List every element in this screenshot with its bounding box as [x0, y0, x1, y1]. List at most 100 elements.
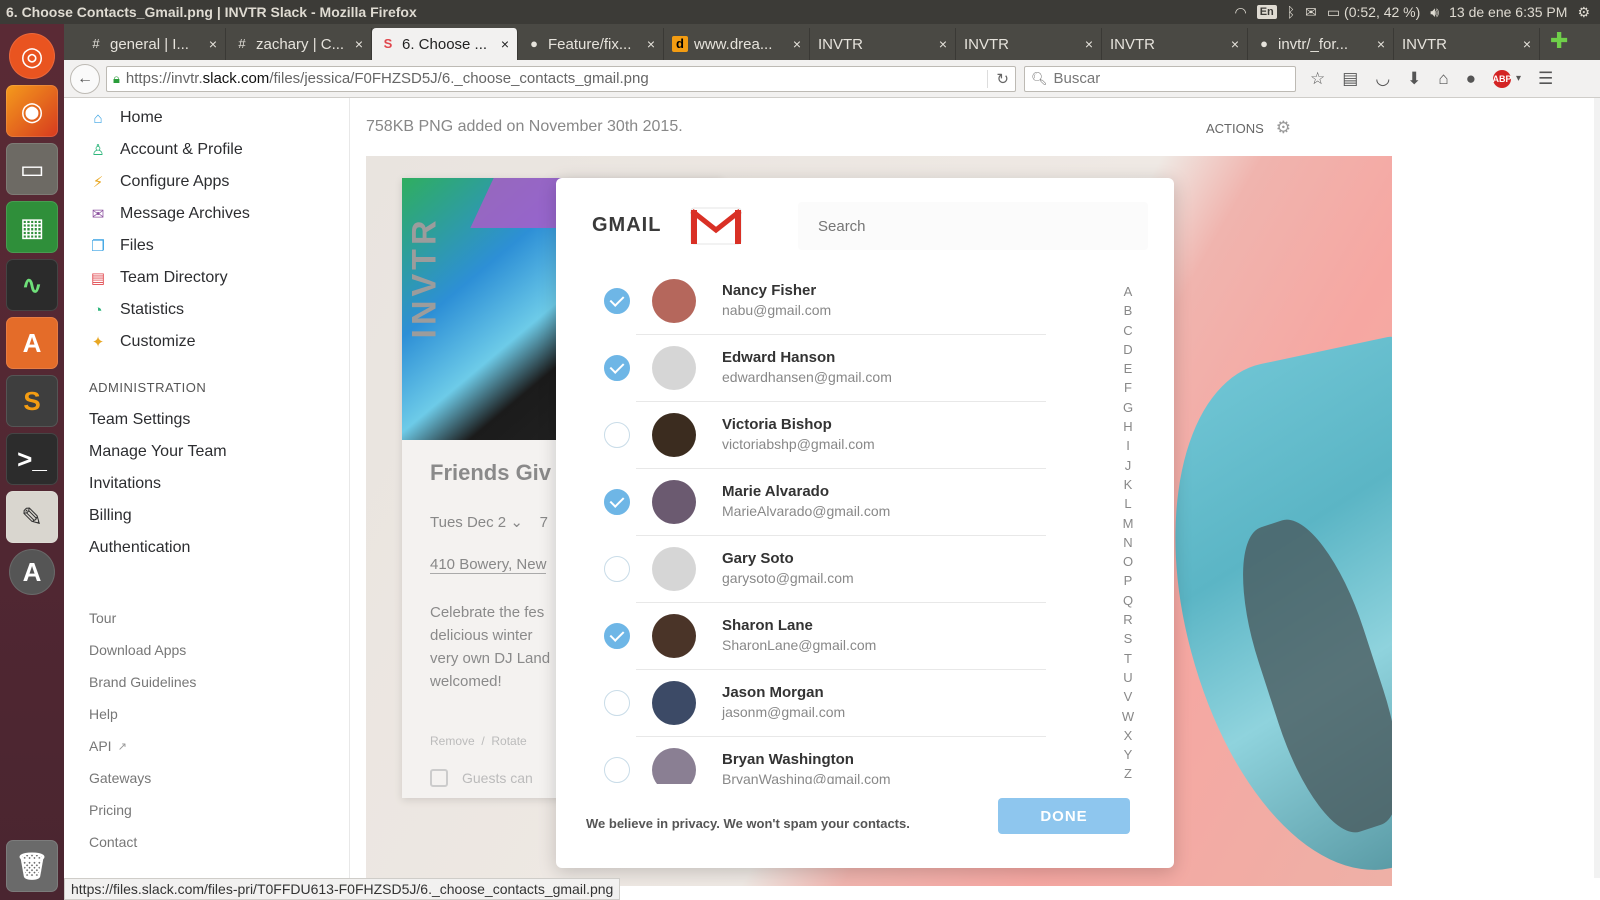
close-icon[interactable]: ×: [793, 36, 801, 52]
alphabet-letter[interactable]: A: [1124, 282, 1133, 301]
close-icon[interactable]: ×: [501, 36, 509, 52]
url-bar[interactable]: 🔒︎ https://invtr.slack.com/files/jessica…: [106, 65, 1016, 92]
footer-link-download-apps[interactable]: Download Apps: [64, 634, 349, 666]
done-button[interactable]: DONE: [998, 798, 1130, 834]
close-icon[interactable]: ×: [1377, 36, 1385, 52]
bluetooth-icon[interactable]: ᛒ: [1287, 4, 1295, 20]
close-icon[interactable]: ×: [209, 36, 217, 52]
browser-tab[interactable]: # general | I... ×: [80, 28, 226, 60]
sidebar-item-account[interactable]: ♙ Account & Profile: [64, 134, 349, 166]
contact-checkbox[interactable]: [604, 355, 630, 381]
browser-tab[interactable]: INVTR ×: [810, 28, 956, 60]
sidebar-item-files[interactable]: ❐ Files: [64, 230, 349, 262]
battery-indicator[interactable]: ▭ (0:52, 42 %): [1327, 4, 1420, 21]
sidebar-item-configure-apps[interactable]: ⚡ Configure Apps: [64, 166, 349, 198]
contact-checkbox[interactable]: [604, 489, 630, 515]
chevron-down-icon[interactable]: ▾: [1516, 73, 1521, 84]
alphabet-letter[interactable]: R: [1123, 610, 1132, 629]
alphabet-letter[interactable]: B: [1124, 301, 1133, 320]
close-icon[interactable]: ×: [1085, 36, 1093, 52]
alphabet-index[interactable]: ABCDEFGHIJKLMNOPQRSTUVWXYZ: [1118, 282, 1138, 784]
contact-list[interactable]: Nancy Fisher nabu@gmail.com Edward Hanso…: [586, 268, 1046, 784]
footer-link-help[interactable]: Help: [64, 698, 349, 730]
alphabet-letter[interactable]: G: [1123, 398, 1133, 417]
files-icon[interactable]: ▭: [6, 143, 58, 195]
alphabet-letter[interactable]: V: [1124, 687, 1133, 706]
contact-row[interactable]: Gary Soto garysoto@gmail.com: [586, 536, 1046, 603]
alphabet-letter[interactable]: X: [1124, 726, 1133, 745]
contact-checkbox[interactable]: [604, 556, 630, 582]
mail-icon[interactable]: ✉: [1305, 4, 1317, 21]
terminal-icon[interactable]: >_: [6, 433, 58, 485]
hamburger-menu-icon[interactable]: ☰: [1538, 69, 1553, 89]
alphabet-letter[interactable]: L: [1124, 494, 1131, 513]
reload-icon[interactable]: ↻: [987, 69, 1009, 88]
keyboard-layout[interactable]: En: [1256, 5, 1277, 19]
bookmark-star-icon[interactable]: ☆: [1310, 69, 1325, 89]
admin-item-authentication[interactable]: Authentication: [64, 532, 349, 564]
browser-search-box[interactable]: 🔍︎ Buscar: [1024, 65, 1296, 92]
sidebar-item-message-archives[interactable]: ✉ Message Archives: [64, 198, 349, 230]
close-icon[interactable]: ×: [939, 36, 947, 52]
browser-tab[interactable]: d www.drea... ×: [664, 28, 810, 60]
contact-checkbox[interactable]: [604, 288, 630, 314]
alphabet-letter[interactable]: C: [1123, 321, 1132, 340]
sublime-text-icon[interactable]: S: [6, 375, 58, 427]
ubuntu-dash-icon[interactable]: ◎: [9, 33, 55, 79]
system-monitor-icon[interactable]: ∿: [6, 259, 58, 311]
alphabet-letter[interactable]: F: [1124, 378, 1132, 397]
alphabet-letter[interactable]: I: [1126, 436, 1130, 455]
alphabet-letter[interactable]: P: [1124, 571, 1133, 590]
contact-row[interactable]: Marie Alvarado MarieAlvarado@gmail.com: [586, 469, 1046, 536]
alphabet-letter[interactable]: T: [1124, 649, 1132, 668]
spreadsheet-icon[interactable]: ▦: [6, 201, 58, 253]
pocket-icon[interactable]: ◡: [1375, 69, 1390, 89]
sidebar-item-statistics[interactable]: ◔ Statistics: [64, 294, 349, 326]
contact-search-input[interactable]: [798, 202, 1148, 250]
admin-item-team-settings[interactable]: Team Settings: [64, 404, 349, 436]
alphabet-letter[interactable]: W: [1122, 707, 1134, 726]
close-icon[interactable]: ×: [355, 36, 363, 52]
download-icon[interactable]: ⬇: [1407, 69, 1421, 89]
alphabet-letter[interactable]: U: [1123, 668, 1132, 687]
alphabet-letter[interactable]: S: [1124, 629, 1133, 648]
contact-row[interactable]: Victoria Bishop victoriabshp@gmail.com: [586, 402, 1046, 469]
alphabet-letter[interactable]: M: [1123, 514, 1134, 533]
contact-checkbox[interactable]: [604, 422, 630, 448]
browser-tab[interactable]: # zachary | C... ×: [226, 28, 372, 60]
close-icon[interactable]: ×: [647, 36, 655, 52]
alphabet-letter[interactable]: Z: [1124, 764, 1132, 783]
contact-checkbox[interactable]: [604, 623, 630, 649]
wifi-icon[interactable]: ◠: [1234, 4, 1246, 21]
browser-tab[interactable]: INVTR ×: [956, 28, 1102, 60]
alphabet-letter[interactable]: E: [1124, 359, 1133, 378]
home-icon[interactable]: ⌂: [1438, 69, 1448, 89]
text-editor-icon[interactable]: ✎: [6, 491, 58, 543]
alphabet-letter[interactable]: J: [1125, 456, 1132, 475]
alphabet-letter[interactable]: D: [1123, 340, 1132, 359]
software-updater-icon[interactable]: A: [9, 549, 55, 595]
chat-icon[interactable]: ●: [1466, 69, 1476, 89]
alphabet-letter[interactable]: K: [1124, 475, 1133, 494]
image-preview[interactable]: INVTR Friends Giv Tues Dec 2 ⌄ 7 410 Bow…: [366, 156, 1392, 886]
actions-menu[interactable]: ACTIONS ⚙: [1206, 118, 1291, 138]
page-scrollbar[interactable]: [1594, 98, 1600, 878]
alphabet-letter[interactable]: Y: [1124, 745, 1133, 764]
alphabet-letter[interactable]: O: [1123, 552, 1133, 571]
footer-link-pricing[interactable]: Pricing: [64, 794, 349, 826]
browser-tab[interactable]: INVTR ×: [1394, 28, 1540, 60]
contact-row[interactable]: Nancy Fisher nabu@gmail.com: [586, 268, 1046, 335]
browser-tab[interactable]: INVTR ×: [1102, 28, 1248, 60]
browser-tab[interactable]: ● invtr/_for... ×: [1248, 28, 1394, 60]
alphabet-letter[interactable]: Q: [1123, 591, 1133, 610]
firefox-icon[interactable]: ◉: [6, 85, 58, 137]
admin-item-manage-team[interactable]: Manage Your Team: [64, 436, 349, 468]
clock[interactable]: 13 de ene 6:35 PM: [1449, 4, 1567, 20]
adblock-icon[interactable]: ABP: [1492, 69, 1511, 88]
volume-icon[interactable]: 🔊︎: [1430, 4, 1439, 21]
close-icon[interactable]: ×: [1231, 36, 1239, 52]
new-tab-plus-icon[interactable]: ✚: [1550, 28, 1568, 54]
alphabet-letter[interactable]: H: [1123, 417, 1132, 436]
admin-item-invitations[interactable]: Invitations: [64, 468, 349, 500]
sidebar-item-customize[interactable]: ✦ Customize: [64, 326, 349, 358]
